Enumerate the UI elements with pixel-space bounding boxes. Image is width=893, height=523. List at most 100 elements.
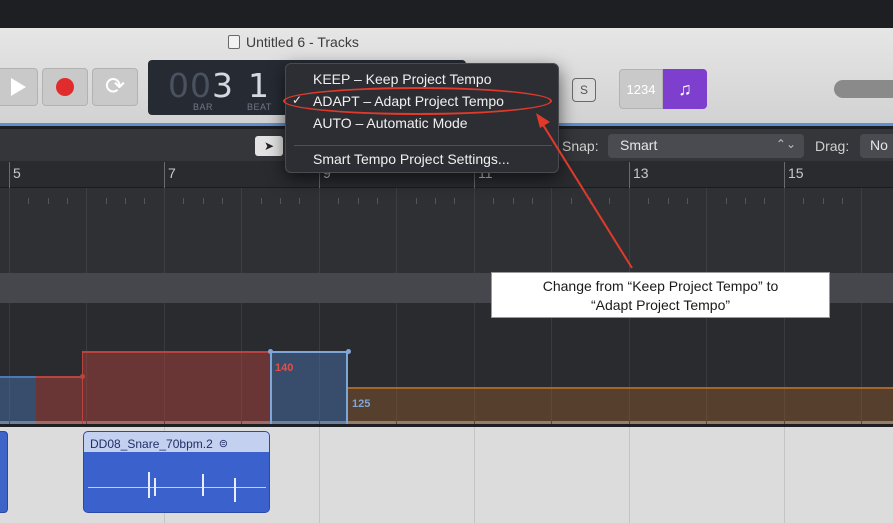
cycle-icon: ⟳ xyxy=(104,73,126,100)
waveform-transient xyxy=(234,478,236,502)
play-icon xyxy=(10,78,26,96)
master-volume-slider[interactable] xyxy=(834,80,893,98)
grid-tick xyxy=(377,198,378,204)
lcd-beat-value: 1 xyxy=(248,66,269,105)
grid-tick xyxy=(106,198,107,204)
grid-tick xyxy=(668,198,669,204)
play-button[interactable] xyxy=(0,68,38,106)
tempo-node[interactable] xyxy=(346,349,351,354)
grid-tick xyxy=(493,198,494,204)
ruler-tick xyxy=(164,162,165,188)
snap-select[interactable]: Smart ⌃⌄ xyxy=(608,134,804,158)
waveform-transient xyxy=(148,472,150,498)
grid-tick xyxy=(590,198,591,204)
grid-line xyxy=(9,188,10,273)
audio-region[interactable]: DD08_Snare_70bpm.2 ⊜ xyxy=(83,431,270,513)
ruler-tick xyxy=(629,162,630,188)
cycle-button[interactable]: ⟳ xyxy=(92,68,138,106)
grid-line xyxy=(551,188,552,273)
grid-line xyxy=(784,188,785,273)
grid-line xyxy=(319,188,320,273)
ruler-marker-5: 5 xyxy=(13,165,21,181)
window-title-text: Untitled 6 - Tracks xyxy=(246,34,359,50)
ruler-tick xyxy=(9,162,10,188)
ruler-marker-15: 15 xyxy=(788,165,804,181)
record-button[interactable] xyxy=(42,68,88,106)
tempo-node[interactable] xyxy=(80,374,85,379)
lane-grid-line xyxy=(319,427,320,523)
region-name: DD08_Snare_70bpm.2 xyxy=(90,436,213,451)
grid-tick xyxy=(28,198,29,204)
grid-line xyxy=(396,188,397,273)
grid-tick xyxy=(48,198,49,204)
tempo-value-125: 125 xyxy=(352,398,371,410)
waveform-baseline xyxy=(88,487,266,488)
ruler-marker-13: 13 xyxy=(633,165,649,181)
tempo-track-lane[interactable]: 140 125 xyxy=(0,303,893,424)
grid-tick xyxy=(571,198,572,204)
pointer-tool-button[interactable]: ➤ xyxy=(255,136,283,156)
grid-tick xyxy=(513,198,514,204)
screen-top-bar xyxy=(0,0,893,28)
drag-value: No xyxy=(870,137,888,153)
menu-item-settings[interactable]: Smart Tempo Project Settings... xyxy=(286,148,560,170)
lane-grid-line xyxy=(474,427,475,523)
menu-separator xyxy=(294,145,552,146)
chevron-updown-icon: ⌃⌄ xyxy=(775,137,796,151)
lcd-bar-value: 003 xyxy=(168,66,234,105)
grid-tick xyxy=(416,198,417,204)
document-icon xyxy=(228,35,240,49)
grid-tick xyxy=(67,198,68,204)
lcd-bar-label: BAR xyxy=(193,102,214,112)
lcd-bar-leading: 00 xyxy=(168,66,212,105)
grid-line xyxy=(241,188,242,273)
tempo-segment-blue-start[interactable] xyxy=(0,376,36,424)
grid-tick xyxy=(454,198,455,204)
drag-label: Drag: xyxy=(815,138,850,154)
track-grid-area[interactable] xyxy=(0,188,893,273)
grid-tick xyxy=(222,198,223,204)
tempo-segment-red-low[interactable] xyxy=(36,376,82,424)
grid-tick xyxy=(726,198,727,204)
grid-tick xyxy=(125,198,126,204)
grid-tick xyxy=(648,198,649,204)
grid-tick xyxy=(299,198,300,204)
waveform-transient xyxy=(202,474,204,496)
grid-tick xyxy=(803,198,804,204)
metronome-button[interactable]: ♫ xyxy=(663,69,707,109)
grid-tick xyxy=(842,198,843,204)
grid-tick xyxy=(435,198,436,204)
solo-button[interactable]: S xyxy=(572,78,596,102)
menu-item-auto[interactable]: AUTO – Automatic Mode xyxy=(286,112,560,134)
grid-line xyxy=(474,188,475,273)
lane-grid-line xyxy=(784,427,785,523)
grid-tick xyxy=(358,198,359,204)
annotation-highlight-oval xyxy=(283,87,552,115)
menu-item-keep-label: KEEP – Keep Project Tempo xyxy=(313,71,492,87)
ruler-tick xyxy=(784,162,785,188)
grid-tick xyxy=(532,198,533,204)
grid-line xyxy=(706,188,707,273)
count-in-button[interactable]: 1234 xyxy=(619,69,663,109)
audio-track-lane[interactable]: DD08_Snare_70bpm.2 ⊜ xyxy=(0,427,893,523)
ruler-marker-7: 7 xyxy=(168,165,176,181)
window-title: Untitled 6 - Tracks xyxy=(228,34,359,50)
grid-tick xyxy=(261,198,262,204)
loop-icon: ⊜ xyxy=(218,438,228,450)
tempo-segment-orange[interactable] xyxy=(348,387,893,424)
pointer-icon: ➤ xyxy=(263,139,275,153)
grid-tick xyxy=(609,198,610,204)
drag-select[interactable]: No xyxy=(860,134,893,158)
tempo-segment-red-high[interactable] xyxy=(82,351,270,424)
tempo-value-140: 140 xyxy=(275,362,294,374)
grid-tick xyxy=(280,198,281,204)
grid-line xyxy=(629,188,630,273)
audio-region-partial[interactable] xyxy=(0,431,8,513)
tempo-node[interactable] xyxy=(268,349,273,354)
grid-tick xyxy=(823,198,824,204)
grid-line xyxy=(861,188,862,273)
grid-tick xyxy=(183,198,184,204)
grid-tick xyxy=(764,198,765,204)
menu-item-settings-label: Smart Tempo Project Settings... xyxy=(313,151,510,167)
record-icon xyxy=(56,78,74,96)
